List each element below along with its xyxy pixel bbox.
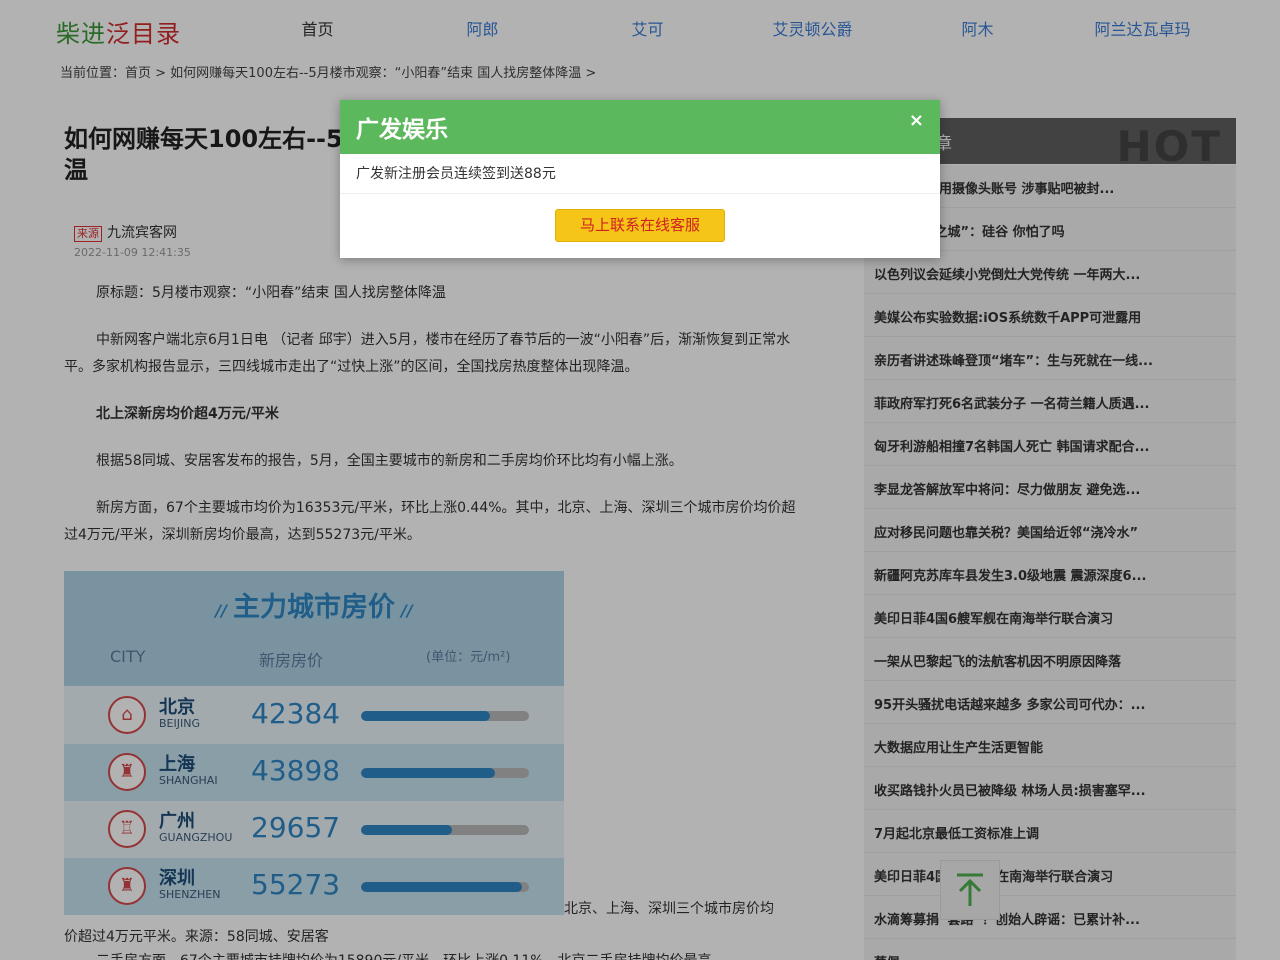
contact-support-button[interactable]: 马上联系在线客服 [555,209,725,242]
modal-message: 广发新注册会员连续签到送88元 [340,154,940,194]
modal-footer: 马上联系在线客服 [340,194,940,258]
modal-title: 广发娱乐 [356,117,448,143]
modal-header: 广发娱乐 × [340,100,940,154]
promo-modal: 广发娱乐 × 广发新注册会员连续签到送88元 马上联系在线客服 [340,100,940,258]
close-icon[interactable]: × [909,110,924,131]
